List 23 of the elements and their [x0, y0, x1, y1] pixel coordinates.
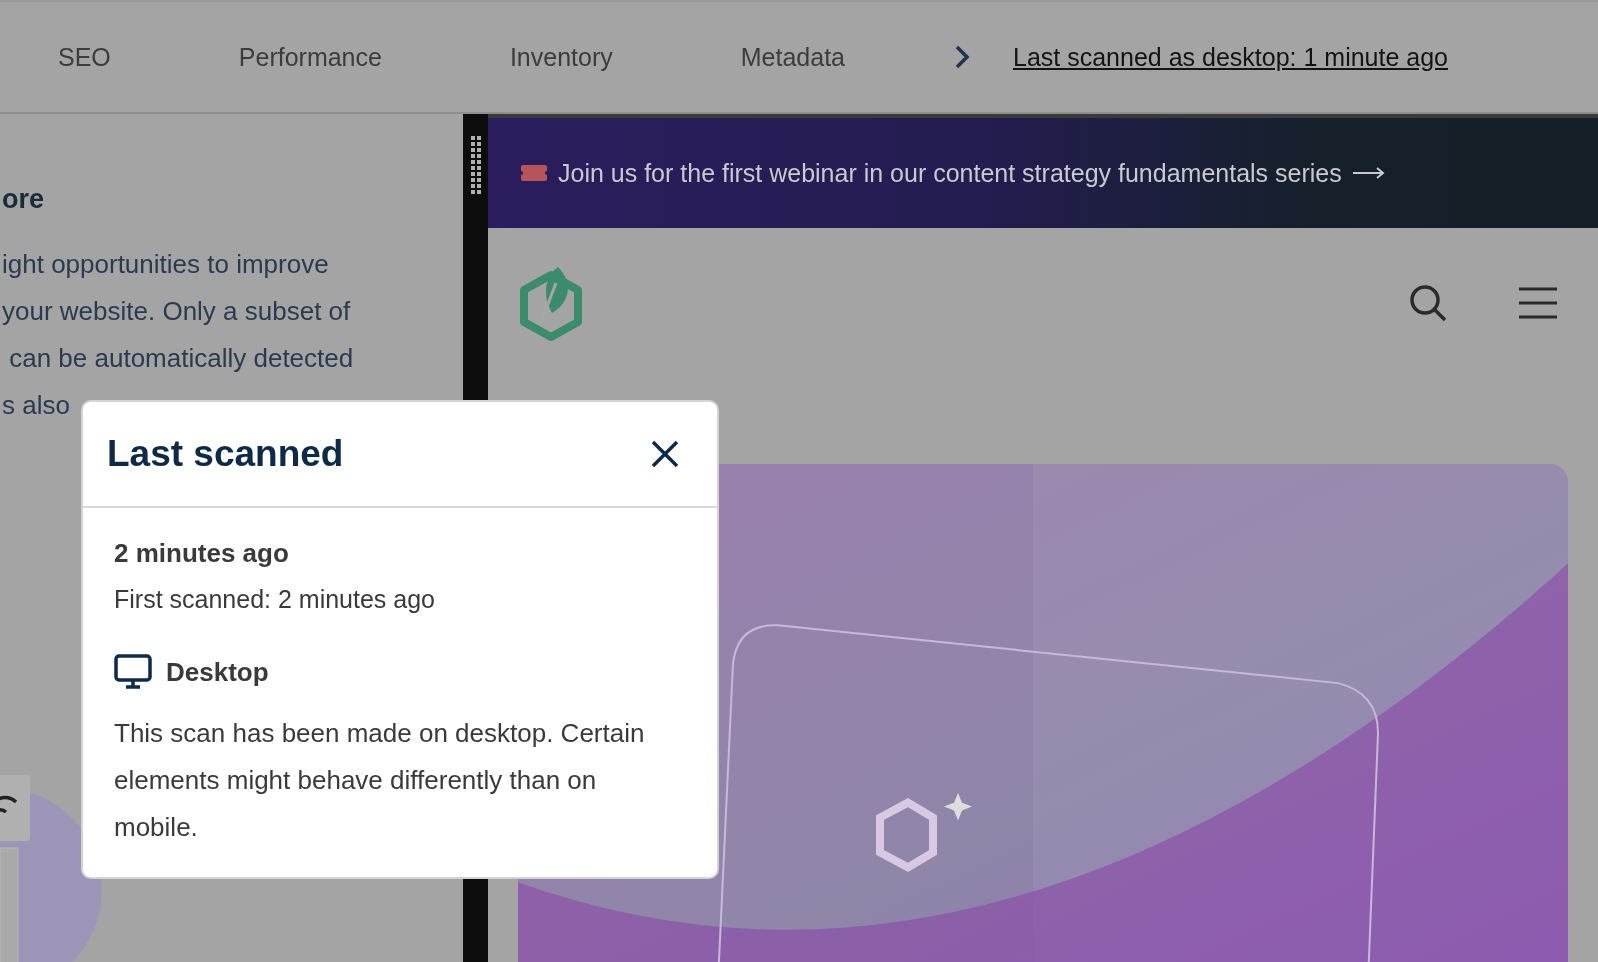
tab[interactable]: Performance	[238, 42, 382, 72]
description-line: your website. Only a subset of	[2, 295, 352, 328]
scan-time: 2 minutes ago	[114, 538, 290, 569]
first-scanned-text: First scanned: 2 minutes ago	[114, 585, 436, 614]
tab[interactable]: Metadata	[740, 42, 845, 72]
scan-description: This scan has been made on desktop. Certain elements might behave differently than on mobile.	[114, 717, 646, 844]
promo-banner[interactable]: Join us for the first webinar in our content strategy fundamentals series	[488, 118, 1598, 228]
ticket-icon	[520, 164, 548, 182]
tab[interactable]: SEO	[58, 42, 111, 72]
section-heading: ore	[2, 184, 46, 215]
description-line: can be automatically detected	[8, 342, 355, 375]
last-scanned-link[interactable]: Last scanned as desktop: 1 minute ago	[1013, 42, 1449, 72]
popup-title: Last scanned	[107, 433, 344, 475]
description-line: s also	[2, 389, 71, 422]
search-icon[interactable]	[1408, 283, 1448, 323]
close-button[interactable]	[649, 438, 681, 470]
banner-text: Join us for the first webinar in our content strategy fundamentals series	[558, 158, 1342, 188]
tab[interactable]: Inventory	[509, 42, 613, 72]
drag-handle-icon[interactable]	[470, 136, 481, 196]
monitor-icon	[114, 654, 152, 690]
device-label: Desktop	[166, 656, 269, 688]
arrow-right-icon	[1351, 166, 1386, 180]
description-line: ight opportunities to improve	[2, 248, 330, 281]
